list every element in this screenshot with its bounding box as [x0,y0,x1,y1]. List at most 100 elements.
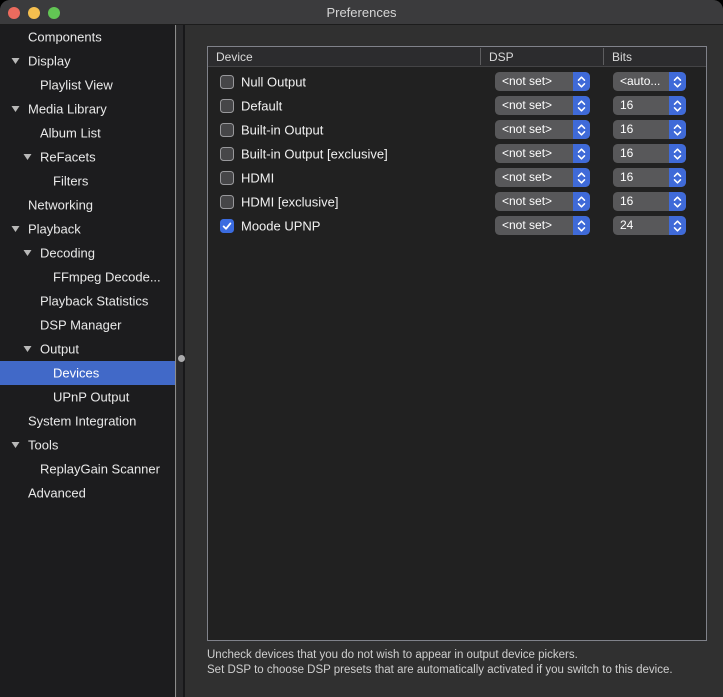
sidebar-item-replaygain-scanner[interactable]: ReplayGain Scanner [0,457,175,481]
disclosure-triangle-icon[interactable] [11,57,20,65]
main-panel: Device DSP Bits Null Output<not set><aut… [187,25,723,697]
sidebar-item-label: Playlist View [40,78,113,93]
device-label: Built-in Output [exclusive] [241,147,388,162]
sidebar-item-label: Tools [28,438,58,453]
preferences-window: Preferences Components Display Playlist Vi… [0,0,723,697]
sidebar-item-label: Output [40,342,79,357]
disclosure-triangle-icon[interactable] [11,225,20,233]
device-label: Default [241,99,282,114]
column-header-dsp: DSP [489,47,514,67]
table-row-hdmi: HDMI <not set> 16 [208,166,706,190]
table-row-hdmi-exclusive: HDMI [exclusive]<not set>16 [208,190,706,214]
sidebar-item-playlist-view[interactable]: Playlist View [0,73,175,97]
device-checkbox[interactable] [220,219,234,233]
window-title: Preferences [0,0,723,25]
device-checkbox[interactable] [220,75,234,89]
up-down-chevrons-icon [573,96,590,115]
disclosure-triangle-icon[interactable] [11,441,20,449]
column-separator [480,48,481,65]
disclosure-triangle-icon[interactable] [11,105,20,113]
sidebar-splitter[interactable] [177,25,185,697]
device-checkbox[interactable] [220,147,234,161]
bits-select[interactable]: 16 [613,168,686,187]
sidebar-item-label: Decoding [40,246,95,261]
device-checkbox[interactable] [220,171,234,185]
dsp-select[interactable]: <not set> [495,72,590,91]
sidebar-item-label: Playback Statistics [40,294,148,309]
device-label: Built-in Output [241,123,323,138]
dsp-select[interactable]: <not set> [495,96,590,115]
sidebar-item-output[interactable]: Output [0,337,175,361]
sidebar-item-devices[interactable]: Devices [0,361,175,385]
sidebar-item-filters[interactable]: Filters [0,169,175,193]
sidebar-item-upnp-output[interactable]: UPnP Output [0,385,175,409]
bits-select[interactable]: 16 [613,96,686,115]
disclosure-triangle-icon[interactable] [23,345,32,353]
device-checkbox[interactable] [220,123,234,137]
sidebar-item-label: DSP Manager [40,318,121,333]
sidebar-item-system-integration[interactable]: System Integration [0,409,175,433]
splitter-handle-icon[interactable] [178,355,185,362]
up-down-chevrons-icon [573,120,590,139]
sidebar-item-label: ReplayGain Scanner [40,462,160,477]
bits-select[interactable]: 16 [613,120,686,139]
up-down-chevrons-icon [573,144,590,163]
sidebar-item-dsp-manager[interactable]: DSP Manager [0,313,175,337]
up-down-chevrons-icon [669,144,686,163]
sidebar-item-refacets[interactable]: ReFacets [0,145,175,169]
device-checkbox[interactable] [220,195,234,209]
table-row-moode-upnp: Moode UPNP <not set> 24 [208,214,706,238]
dsp-select[interactable]: <not set> [495,120,590,139]
sidebar-item-album-list[interactable]: Album List [0,121,175,145]
footer-line-2: Set DSP to choose DSP presets that are a… [207,663,719,678]
column-header-bits: Bits [612,47,632,67]
sidebar-item-label: Display [28,54,71,69]
titlebar: Preferences [0,0,723,25]
column-separator [603,48,604,65]
sidebar-item-display[interactable]: Display [0,49,175,73]
device-label: Moode UPNP [241,219,320,234]
bits-select[interactable]: 16 [613,192,686,211]
dsp-select[interactable]: <not set> [495,216,590,235]
sidebar-item-label: Playback [28,222,81,237]
up-down-chevrons-icon [669,120,686,139]
disclosure-triangle-icon[interactable] [23,153,32,161]
dsp-select[interactable]: <not set> [495,144,590,163]
preferences-sidebar-tree: Components Display Playlist View Media Libr… [0,25,176,697]
sidebar-item-tools[interactable]: Tools [0,433,175,457]
sidebar-item-label: Media Library [28,102,107,117]
up-down-chevrons-icon [573,168,590,187]
sidebar-item-media-library[interactable]: Media Library [0,97,175,121]
sidebar-item-playback[interactable]: Playback [0,217,175,241]
output-devices-table: Device DSP Bits Null Output<not set><aut… [207,46,707,641]
sidebar-item-decoding[interactable]: Decoding [0,241,175,265]
footer-help-text: Uncheck devices that you do not wish to … [207,648,719,678]
sidebar-item-label: ReFacets [40,150,96,165]
sidebar-item-playback-statistics[interactable]: Playback Statistics [0,289,175,313]
sidebar-item-networking[interactable]: Networking [0,193,175,217]
up-down-chevrons-icon [669,192,686,211]
table-body: Null Output<not set><auto...Default<not … [208,67,706,238]
column-header-device: Device [216,47,253,67]
table-row-null-output: Null Output<not set><auto... [208,70,706,94]
sidebar-item-advanced[interactable]: Advanced [0,481,175,505]
device-checkbox[interactable] [220,99,234,113]
dsp-select[interactable]: <not set> [495,168,590,187]
device-label: HDMI [241,171,274,186]
sidebar-item-label: Filters [53,174,88,189]
up-down-chevrons-icon [669,72,686,91]
bits-select[interactable]: 16 [613,144,686,163]
sidebar-item-label: Album List [40,126,101,141]
sidebar-item-label: Components [28,30,102,45]
dsp-select[interactable]: <not set> [495,192,590,211]
bits-select[interactable]: 24 [613,216,686,235]
up-down-chevrons-icon [669,96,686,115]
up-down-chevrons-icon [573,192,590,211]
sidebar-item-components[interactable]: Components [0,25,175,49]
up-down-chevrons-icon [669,216,686,235]
table-row-built-in-output-exclusive: Built-in Output [exclusive] <not set> 16 [208,142,706,166]
bits-select[interactable]: <auto... [613,72,686,91]
sidebar-item-label: Advanced [28,486,86,501]
sidebar-item-ffmpeg-decode[interactable]: FFmpeg Decode... [0,265,175,289]
disclosure-triangle-icon[interactable] [23,249,32,257]
